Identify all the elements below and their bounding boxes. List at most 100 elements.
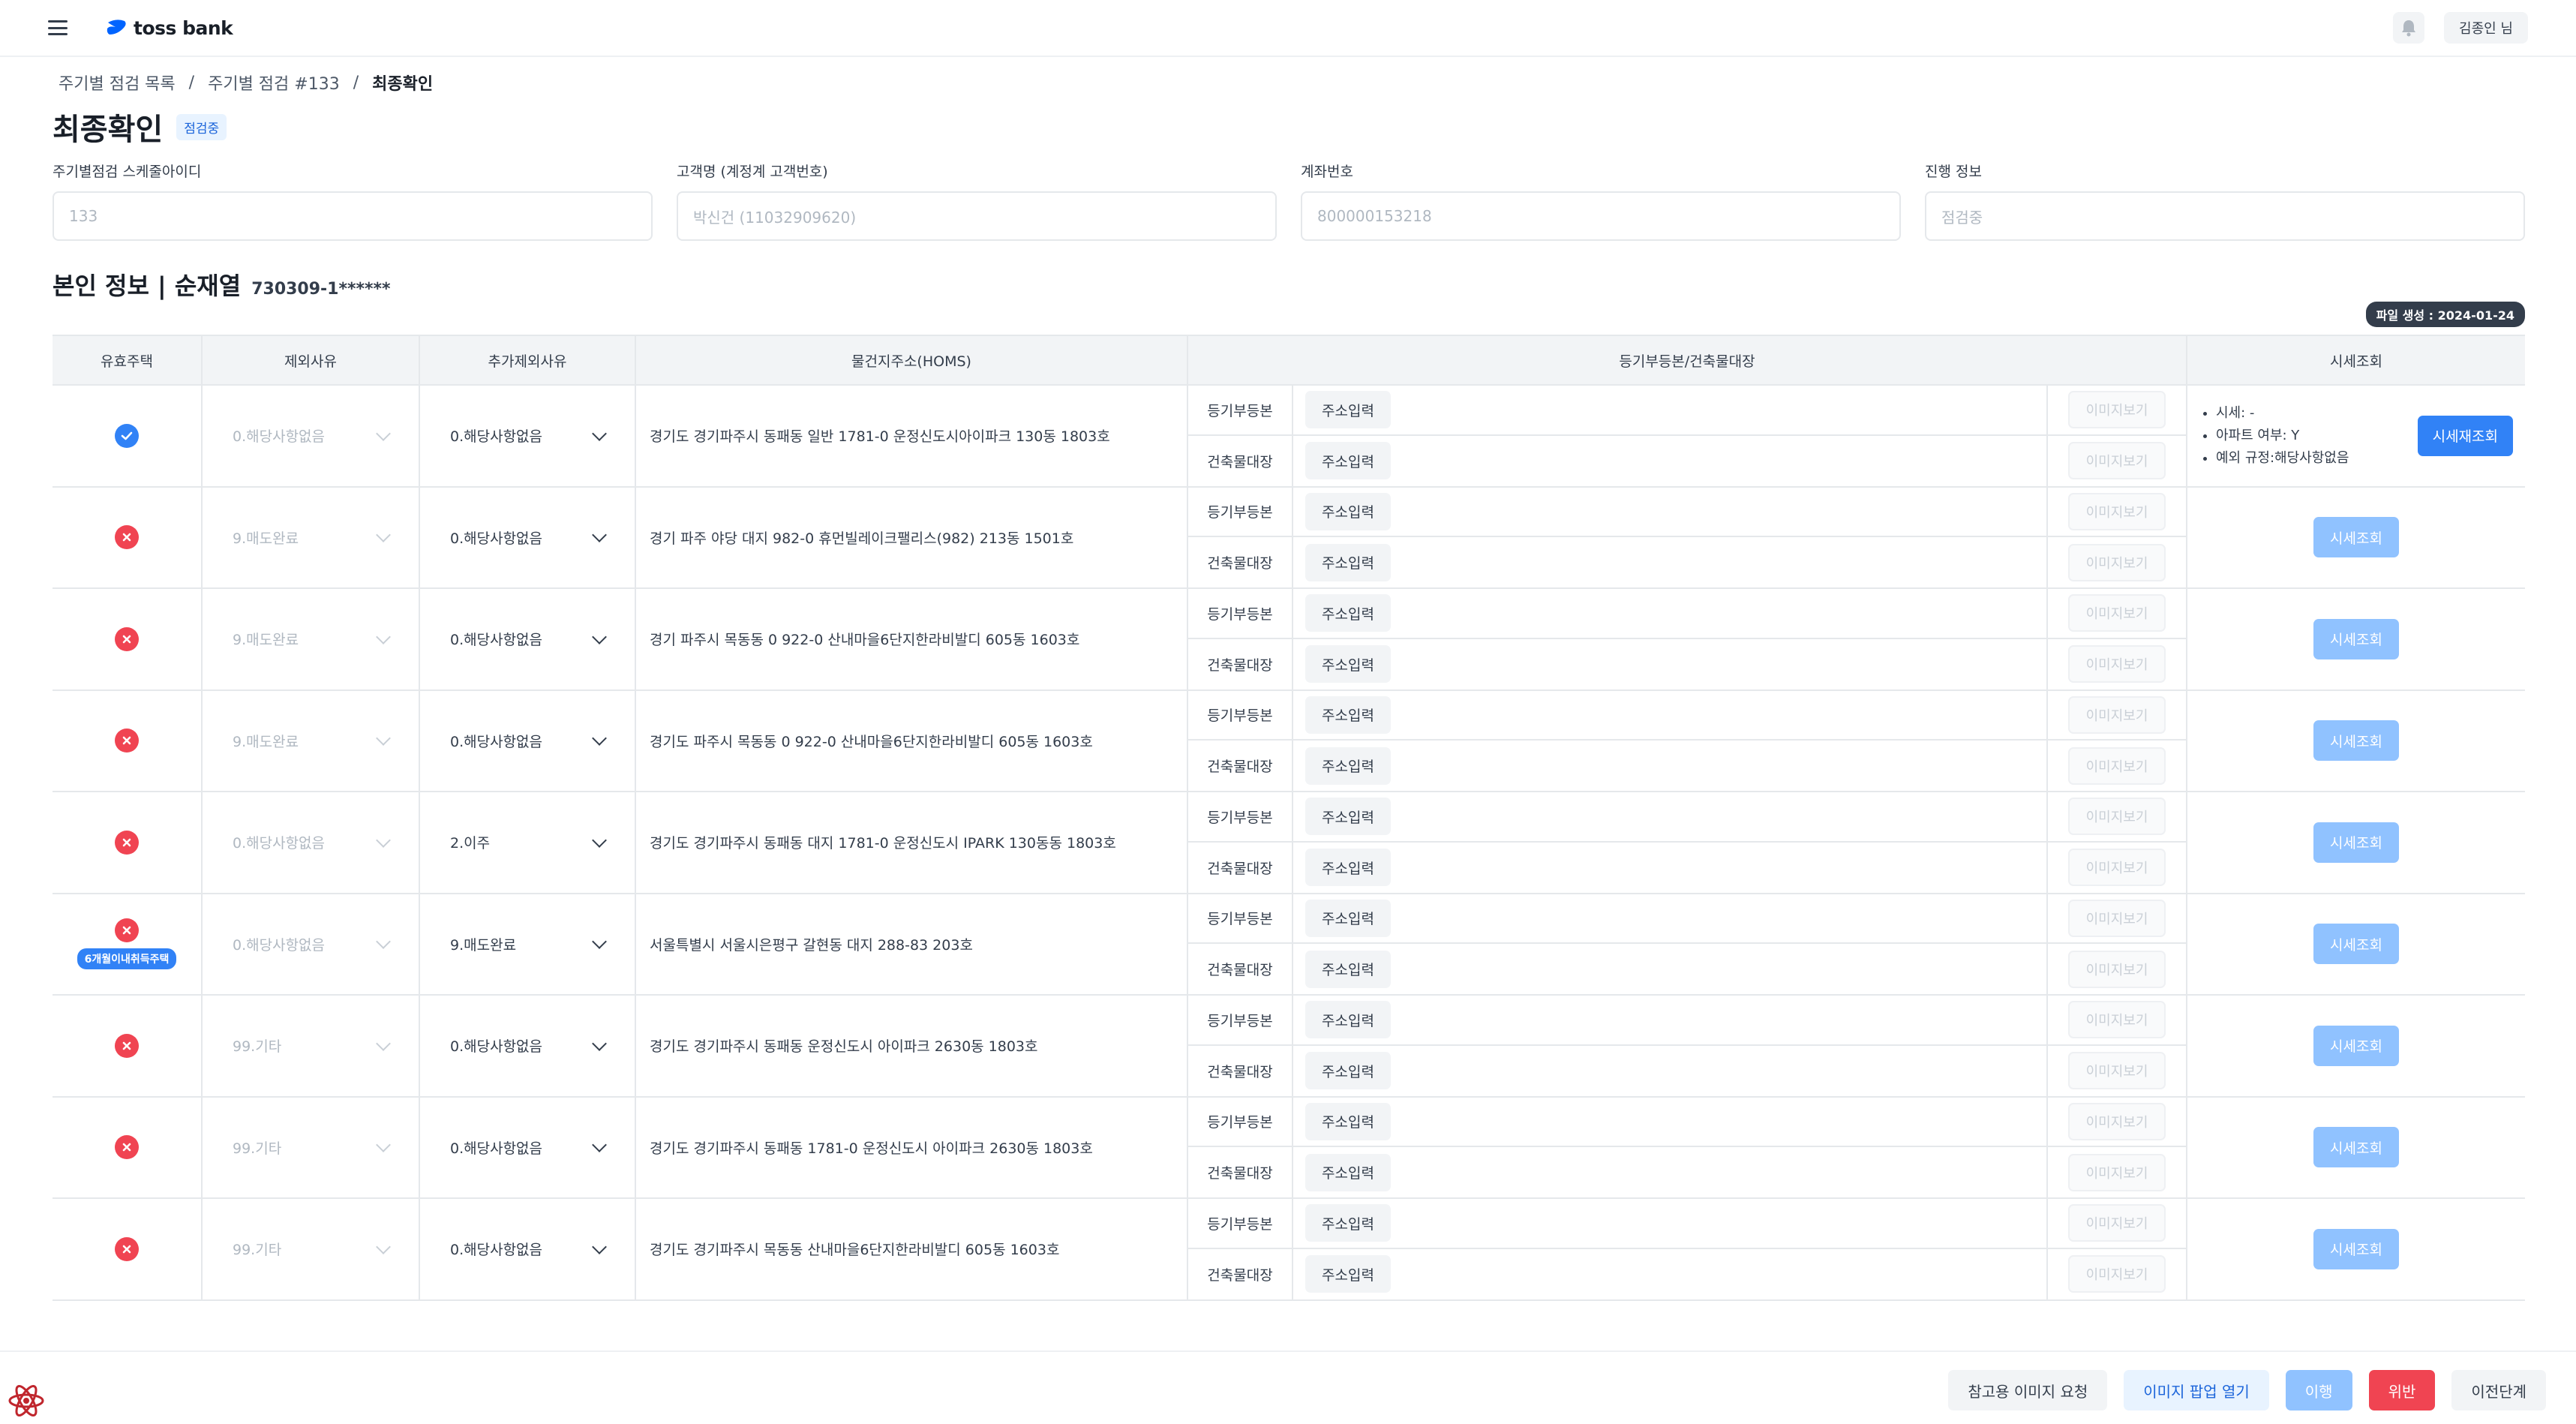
extra-exclude-reason-cell: 0.해당사항없음 — [420, 487, 636, 587]
schedule-id-field[interactable]: 133 — [53, 191, 653, 241]
view-image-button[interactable]: 이미지보기 — [2067, 1001, 2166, 1039]
view-image-button[interactable]: 이미지보기 — [2067, 798, 2166, 836]
property-address: 경기도 경기파주시 동패동 대지 1781-0 운정신도시 IPARK 130동… — [650, 835, 1116, 852]
breadcrumb-link-list[interactable]: 주기별 점검 목록 — [59, 71, 176, 95]
price-requery-button[interactable]: 시세재조회 — [2417, 415, 2513, 456]
registry-row: 등기부등본 주소입력 이미지보기 — [1188, 386, 2186, 436]
extra-exclude-reason-select[interactable]: 0.해당사항없음 — [420, 629, 635, 649]
price-cell: 시세조회 — [2187, 488, 2525, 588]
chevron-down-icon — [592, 1035, 607, 1051]
comply-button[interactable]: 이행 — [2285, 1370, 2352, 1410]
address-input-button[interactable]: 주소입력 — [1305, 798, 1391, 836]
address-input-button[interactable]: 주소입력 — [1305, 645, 1391, 683]
address-input-button[interactable]: 주소입력 — [1305, 899, 1391, 937]
address-input-button[interactable]: 주소입력 — [1305, 1001, 1391, 1039]
address-input-button[interactable]: 주소입력 — [1305, 391, 1391, 429]
exclude-reason-select[interactable]: 0.해당사항없음 — [203, 425, 419, 446]
building-ledger-row: 건축물대장 주소입력 이미지보기 — [1188, 842, 2186, 893]
view-image-button[interactable]: 이미지보기 — [2067, 950, 2166, 988]
price-query-button[interactable]: 시세조회 — [2313, 924, 2399, 965]
address-input-button[interactable]: 주소입력 — [1305, 1052, 1391, 1090]
menu-icon[interactable] — [48, 20, 68, 35]
building-ledger-row: 건축물대장 주소입력 이미지보기 — [1188, 435, 2186, 486]
view-image-button[interactable]: 이미지보기 — [2067, 1204, 2166, 1242]
field-label: 계좌번호 — [1301, 164, 1353, 180]
view-image-button[interactable]: 이미지보기 — [2067, 492, 2166, 530]
extra-exclude-reason-select[interactable]: 9.매도완료 — [420, 934, 635, 954]
building-ledger-label: 건축물대장 — [1188, 944, 1293, 994]
valid-housing-cell — [53, 589, 203, 689]
view-image-button[interactable]: 이미지보기 — [2067, 1102, 2166, 1140]
exclude-reason-select[interactable]: 0.해당사항없음 — [203, 832, 419, 852]
price-query-button[interactable]: 시세조회 — [2313, 1127, 2399, 1168]
view-image-button[interactable]: 이미지보기 — [2067, 849, 2166, 887]
address-input-button[interactable]: 주소입력 — [1305, 849, 1391, 887]
select-value: 0.해당사항없음 — [450, 1242, 543, 1259]
price-query-button[interactable]: 시세조회 — [2313, 517, 2399, 558]
price-query-button[interactable]: 시세조회 — [2313, 1228, 2399, 1269]
address-input-button[interactable]: 주소입력 — [1305, 747, 1391, 785]
address-input-button[interactable]: 주소입력 — [1305, 1204, 1391, 1242]
view-image-button[interactable]: 이미지보기 — [2067, 1052, 2166, 1090]
exclude-reason-select[interactable]: 99.기타 — [203, 1239, 419, 1259]
price-query-button[interactable]: 시세조회 — [2313, 720, 2399, 762]
address-input-button[interactable]: 주소입력 — [1305, 1102, 1391, 1140]
address-input-button[interactable]: 주소입력 — [1305, 950, 1391, 988]
chevron-down-icon — [592, 731, 607, 747]
extra-exclude-reason-select[interactable]: 2.이주 — [420, 832, 635, 852]
customer-name-field[interactable]: 박신건 (11032909620) — [677, 191, 1277, 241]
view-image-button[interactable]: 이미지보기 — [2067, 543, 2166, 581]
view-image-button[interactable]: 이미지보기 — [2067, 391, 2166, 429]
violation-button[interactable]: 위반 — [2368, 1370, 2436, 1410]
address-input-button[interactable]: 주소입력 — [1305, 1153, 1391, 1191]
exclude-reason-cell: 9.매도완료 — [203, 589, 420, 689]
request-reference-image-button[interactable]: 참고용 이미지 요청 — [1948, 1370, 2108, 1410]
extra-exclude-reason-select[interactable]: 0.해당사항없음 — [420, 527, 635, 548]
field-label: 진행 정보 — [1925, 164, 1982, 180]
exclude-reason-select[interactable]: 9.매도완료 — [203, 629, 419, 649]
view-image-button[interactable]: 이미지보기 — [2067, 899, 2166, 937]
price-query-button[interactable]: 시세조회 — [2313, 822, 2399, 863]
view-image-button[interactable]: 이미지보기 — [2067, 695, 2166, 734]
extra-exclude-reason-select[interactable]: 0.해당사항없음 — [420, 1137, 635, 1158]
view-image-button[interactable]: 이미지보기 — [2067, 747, 2166, 785]
table-row: 9.매도완료 0.해당사항없음 경기 파주시 목동동 0 922-0 산내마을6단지… — [53, 589, 2525, 691]
react-devtools-icon[interactable] — [6, 1380, 47, 1421]
exclude-reason-select[interactable]: 0.해당사항없음 — [203, 934, 419, 954]
view-image-button[interactable]: 이미지보기 — [2067, 1153, 2166, 1191]
account-number-field[interactable]: 800000153218 — [1301, 191, 1901, 241]
address-input-button[interactable]: 주소입력 — [1305, 594, 1391, 632]
exclude-reason-select[interactable]: 99.기타 — [203, 1137, 419, 1158]
address-input-button[interactable]: 주소입력 — [1305, 442, 1391, 480]
exclude-reason-select[interactable]: 9.매도완료 — [203, 527, 419, 548]
price-query-button[interactable]: 시세조회 — [2313, 1025, 2399, 1066]
address-input-button[interactable]: 주소입력 — [1305, 543, 1391, 581]
address-input-button[interactable]: 주소입력 — [1305, 492, 1391, 530]
extra-exclude-reason-select[interactable]: 0.해당사항없음 — [420, 425, 635, 446]
exclude-reason-select[interactable]: 99.기타 — [203, 1035, 419, 1056]
view-image-button[interactable]: 이미지보기 — [2067, 442, 2166, 480]
previous-step-button[interactable]: 이전단계 — [2451, 1370, 2546, 1410]
view-image-button[interactable]: 이미지보기 — [2067, 1255, 2166, 1293]
extra-exclude-reason-select[interactable]: 0.해당사항없음 — [420, 1239, 635, 1259]
view-image-button[interactable]: 이미지보기 — [2067, 645, 2166, 683]
progress-info-field[interactable]: 점검중 — [1925, 191, 2525, 241]
chevron-down-icon — [592, 934, 607, 950]
price-query-button[interactable]: 시세조회 — [2313, 618, 2399, 659]
price-info-list: 시세: -아파트 여부: Y예외 규정:해당사항없음 — [2202, 402, 2349, 470]
notification-bell-icon[interactable] — [2393, 12, 2425, 44]
exclude-reason-select[interactable]: 9.매도완료 — [203, 731, 419, 751]
user-menu-button[interactable]: 김종인 님 — [2444, 12, 2528, 44]
extra-exclude-reason-select[interactable]: 0.해당사항없음 — [420, 731, 635, 751]
address-input-button[interactable]: 주소입력 — [1305, 695, 1391, 734]
breadcrumb-link-check[interactable]: 주기별 점검 #133 — [208, 71, 340, 95]
view-image-button[interactable]: 이미지보기 — [2067, 594, 2166, 632]
column-header: 제외사유 — [203, 336, 420, 384]
open-image-popup-button[interactable]: 이미지 팝업 열기 — [2124, 1370, 2269, 1410]
extra-exclude-reason-cell: 0.해당사항없음 — [420, 386, 636, 486]
address-input-button[interactable]: 주소입력 — [1305, 1255, 1391, 1293]
address-cell: 경기도 경기파주시 동패동 1781-0 운정신도시 아이파크 2630동 18… — [636, 1097, 1188, 1197]
extra-exclude-reason-select[interactable]: 0.해당사항없음 — [420, 1035, 635, 1056]
id-number: 730309-1****** — [251, 280, 391, 299]
logo[interactable]: toss bank — [105, 17, 233, 39]
